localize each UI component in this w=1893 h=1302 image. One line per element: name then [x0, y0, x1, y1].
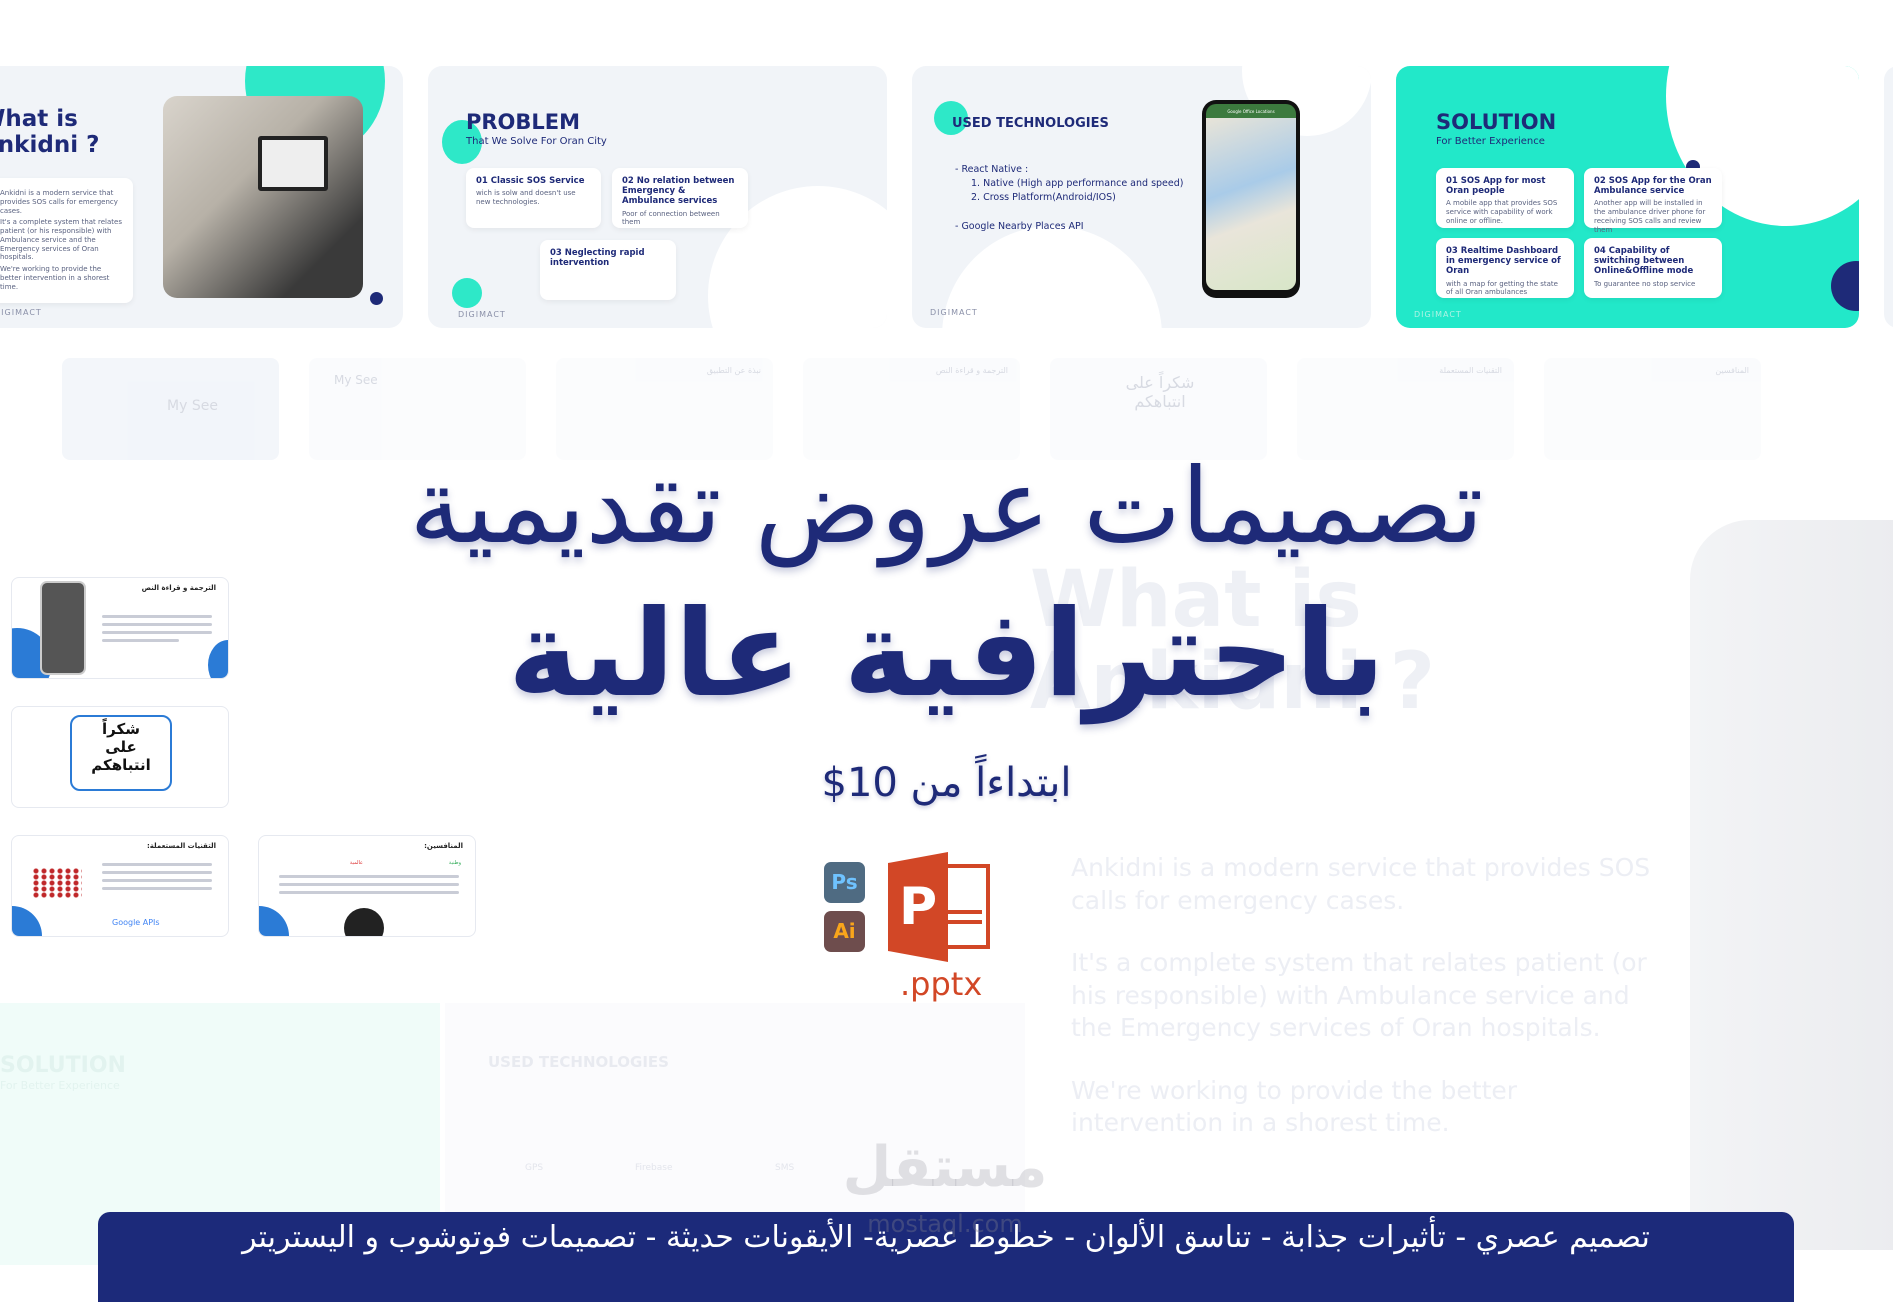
bg-tech-firebase: Firebase: [635, 1163, 673, 1173]
solution-card-3: 03 Realtime Dashboard in emergency servi…: [1436, 238, 1574, 298]
tech-item-google: - Google Nearby Places API: [955, 221, 1084, 233]
tech-sub-1: 1. Native (High app performance and spee…: [971, 177, 1184, 189]
techs-title: التقنيات المستعملة:: [147, 842, 216, 850]
slide-solution[interactable]: SOLUTION For Better Experience 01 SOS Ap…: [1396, 66, 1859, 328]
slide-title-2: Ankidni ?: [0, 132, 100, 159]
solution-card-1: 01 SOS App for most Oran people A mobile …: [1436, 168, 1574, 228]
slide-problem[interactable]: PROBLEM That We Solve For Oran City 01 C…: [428, 66, 887, 328]
hero-title-line-2: باحترافية عالية: [507, 585, 1386, 724]
bg-p3: We're working to provide the better inte…: [1071, 1075, 1518, 1138]
what-is-card: Ankidni is a modern service that provide…: [0, 178, 133, 303]
price-label: ابتداءاً من 10$: [821, 760, 1072, 806]
bg-p2: It's a complete system that relates pati…: [1071, 948, 1647, 1042]
slide-what-is[interactable]: What is Ankidni ? Ankidni is a modern se…: [0, 66, 403, 328]
bg-tech-title: USED TECHNOLOGIES: [488, 1053, 669, 1071]
problem-card-1: 01 Classic SOS Service wich is solw and d…: [466, 168, 601, 228]
mostaql-watermark: مستقل: [842, 1135, 1048, 1200]
neural-net-icon: [32, 868, 82, 898]
footer-brand: DIGIMACT: [1414, 310, 1462, 319]
solution-card-4: 04 Capability of switching between Onlin…: [1584, 238, 1722, 298]
mostaql-watermark-url: mostaql.com: [867, 1210, 1023, 1238]
problem-subtitle: That We Solve For Oran City: [466, 136, 607, 147]
competitors-local: وطنية: [448, 860, 461, 866]
footer-brand: DIGIMACT: [458, 310, 506, 319]
bg-paragraphs: Ankidni is a modern service that provide…: [1071, 852, 1651, 1140]
problem-card-2: 02 No relation between Emergency & Ambul…: [612, 168, 748, 228]
photoshop-icon: Ps: [824, 862, 865, 903]
solution-subtitle: For Better Experience: [1436, 136, 1545, 147]
solution-card-2: 02 SOS App for the Oran Ambulance servic…: [1584, 168, 1722, 234]
slide-partial-next[interactable]: [1884, 66, 1893, 328]
bg-p1: Ankidni is a modern service that provide…: [1071, 853, 1651, 915]
person-at-computer-photo: [163, 96, 363, 298]
thumb-competitors[interactable]: المنافسين: وطنية عالمية: [258, 835, 476, 937]
google-apis-logo: Google APIs: [112, 918, 160, 927]
bg-solution-title: SOLUTION: [0, 1053, 126, 1078]
illustrator-icon: Ai: [824, 911, 865, 952]
hero-title-line-1: تصميمات عروض تقديمية: [409, 445, 1484, 567]
problem-title: PROBLEM: [466, 110, 581, 134]
bg-solution-sub: For Better Experience: [0, 1079, 120, 1092]
slide-used-technologies[interactable]: USED TECHNOLOGIES - React Native : 1. Na…: [912, 66, 1371, 328]
competitors-title: المنافسين:: [424, 842, 463, 850]
tech-item-react: - React Native :: [955, 164, 1029, 175]
pptx-format-label: .pptx: [900, 965, 983, 1003]
competitors-global: عالمية: [349, 860, 363, 866]
bg-tech-sms: SMS: [775, 1163, 795, 1173]
globe-icon: [344, 908, 384, 936]
bg-tech-gps: GPS: [525, 1163, 544, 1173]
tech-title: USED TECHNOLOGIES: [952, 116, 1109, 131]
phone-map-mockup: Google Office Locations: [1202, 100, 1300, 298]
slide-title-1: What is: [0, 106, 78, 132]
powerpoint-icon: P: [888, 852, 1003, 962]
problem-card-3: 03 Neglecting rapid intervention: [540, 240, 676, 300]
tech-sub-2: 2. Cross Platform(Android/IOS): [971, 191, 1116, 203]
solution-title: SOLUTION: [1436, 110, 1557, 134]
footer-brand: DIGIMACT: [930, 308, 978, 317]
footer-brand: DIGIMACT: [0, 308, 42, 317]
thumb-techs[interactable]: التقنيات المستعملة: Google APIs: [11, 835, 229, 937]
